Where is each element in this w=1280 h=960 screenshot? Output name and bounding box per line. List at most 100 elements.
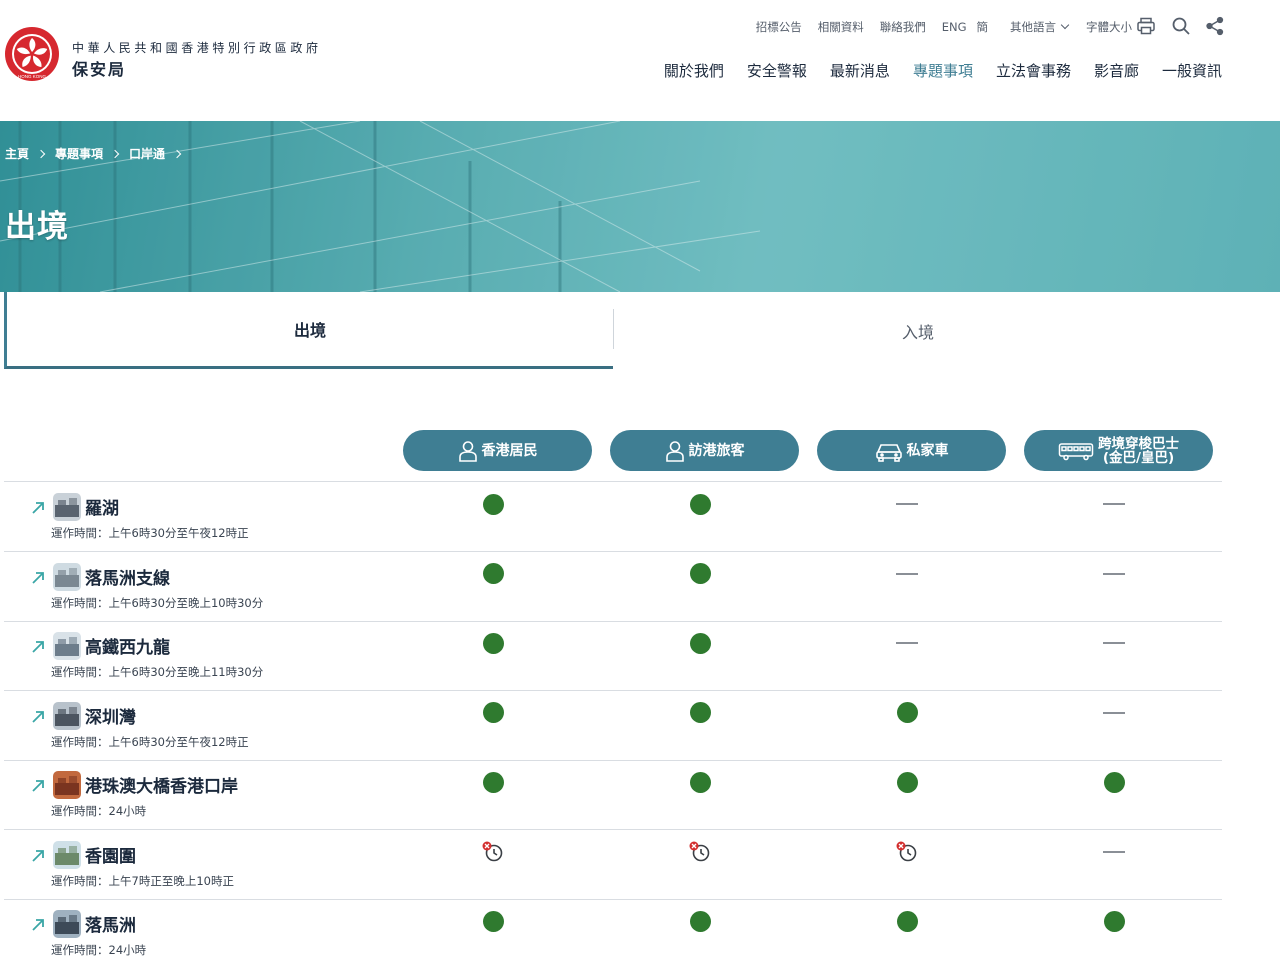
- tenders-link[interactable]: 招標公告: [756, 19, 802, 35]
- nav-about-us[interactable]: 關於我們: [664, 60, 724, 81]
- status-available-icon: [688, 770, 712, 794]
- column-hk-residents[interactable]: 香港居民: [403, 430, 592, 471]
- dash-icon: [1103, 642, 1125, 644]
- port-row: 羅湖運作時間：上午6時30分至午夜12時正: [4, 482, 1222, 552]
- status-not-applicable-icon: [1102, 562, 1126, 586]
- port-operating-hours: 運作時間：上午6時30分至晚上11時30分: [51, 665, 264, 679]
- status-available-icon: [1102, 770, 1126, 794]
- breadcrumb-home[interactable]: 主頁: [5, 145, 29, 162]
- dash-icon: [1103, 572, 1125, 575]
- other-languages-dropdown[interactable]: 其他語言: [1010, 19, 1070, 35]
- dash-icon: [1103, 711, 1125, 714]
- bus-icon: [1058, 441, 1094, 461]
- external-link-arrow-icon[interactable]: [30, 709, 46, 725]
- green-dot-icon: [896, 702, 918, 723]
- nav-general-info[interactable]: 一般資訊: [1162, 60, 1222, 81]
- port-name[interactable]: 落馬洲支線: [85, 564, 170, 589]
- port-row: 落馬洲支線運作時間：上午6時30分至晚上10時30分: [4, 552, 1222, 622]
- port-name[interactable]: 高鐵西九龍: [85, 633, 170, 658]
- external-link-arrow-icon[interactable]: [30, 917, 46, 933]
- chevron-right-icon: [110, 149, 120, 158]
- direction-tabs: 出境 入境: [0, 292, 1280, 370]
- port-row: 落馬洲運作時間：24小時: [4, 899, 1222, 960]
- dash-icon: [1103, 850, 1125, 853]
- status-suspended-icon: [481, 840, 505, 864]
- port-name[interactable]: 港珠澳大橋香港口岸: [85, 772, 238, 797]
- nav-topics[interactable]: 專題事項: [913, 60, 973, 81]
- status-not-applicable-icon: [1102, 492, 1126, 516]
- main-navigation: 關於我們 安全警報 最新消息 專題事項 立法會事務 影音廊 一般資訊: [641, 60, 1222, 81]
- nav-latest-news[interactable]: 最新消息: [830, 60, 890, 81]
- dash-icon: [896, 642, 918, 644]
- port-name[interactable]: 落馬洲: [85, 911, 136, 936]
- chevron-right-icon: [36, 149, 46, 158]
- green-dot-icon: [896, 771, 918, 793]
- port-thumbnail: [53, 910, 81, 938]
- port-operating-hours: 運作時間：上午6時30分至午夜12時正: [51, 526, 249, 540]
- status-not-applicable-icon: [895, 631, 919, 655]
- green-dot-icon: [482, 493, 504, 515]
- external-link-arrow-icon[interactable]: [30, 778, 46, 794]
- nav-legco-affairs[interactable]: 立法會事務: [996, 60, 1071, 81]
- font-size-link[interactable]: 字體大小: [1086, 19, 1132, 35]
- green-dot-icon: [689, 563, 711, 584]
- nav-security-alerts[interactable]: 安全警報: [747, 60, 807, 81]
- status-available-icon: [481, 492, 505, 516]
- utility-links: 招標公告 相關資料 聯絡我們 ENG 簡 其他語言 字體大小: [756, 17, 1132, 37]
- column-cross-border-bus[interactable]: 跨境穿梭巴士 (金巴/皇巴): [1024, 430, 1213, 471]
- column-private-car[interactable]: 私家車: [817, 430, 1006, 471]
- green-dot-icon: [689, 910, 711, 932]
- dash-icon: [896, 503, 918, 505]
- external-link-arrow-icon[interactable]: [30, 639, 46, 655]
- external-link-arrow-icon[interactable]: [30, 500, 46, 516]
- external-link-arrow-icon[interactable]: [30, 570, 46, 586]
- green-dot-icon: [1103, 771, 1125, 793]
- green-dot-icon: [1103, 910, 1125, 932]
- search-icon[interactable]: [1171, 16, 1191, 36]
- status-suspended-icon: [688, 840, 712, 864]
- port-operating-hours: 運作時間：24小時: [51, 943, 147, 957]
- breadcrumb: 主頁 專題事項 口岸通: [5, 145, 191, 162]
- status-not-applicable-icon: [895, 562, 919, 586]
- column-visitors[interactable]: 訪港旅客: [610, 430, 799, 471]
- status-not-applicable-icon: [1102, 701, 1126, 725]
- port-name[interactable]: 香園圍: [85, 842, 136, 867]
- page-banner: 主頁 專題事項 口岸通 出境: [0, 121, 1280, 292]
- breadcrumb-ports[interactable]: 口岸通: [129, 145, 165, 162]
- port-name[interactable]: 深圳灣: [85, 703, 136, 728]
- port-row: 高鐵西九龍運作時間：上午6時30分至晚上11時30分: [4, 621, 1222, 691]
- resources-link[interactable]: 相關資料: [818, 19, 864, 35]
- print-icon[interactable]: [1136, 16, 1156, 36]
- tab-arrival[interactable]: 入境: [614, 292, 1222, 369]
- external-link-arrow-icon[interactable]: [30, 848, 46, 864]
- clock-cross-icon: [689, 841, 710, 861]
- person-icon: [458, 440, 478, 462]
- port-thumbnail: [53, 840, 81, 869]
- status-not-applicable-icon: [895, 492, 919, 516]
- column-label: 香港居民: [481, 442, 538, 459]
- contact-link[interactable]: 聯絡我們: [880, 19, 926, 35]
- port-thumbnail: [53, 632, 81, 660]
- status-not-applicable-icon: [1102, 631, 1126, 655]
- status-available-icon: [481, 701, 505, 725]
- green-dot-icon: [482, 632, 504, 654]
- english-link[interactable]: ENG: [942, 20, 967, 34]
- simplified-chinese-link[interactable]: 簡: [977, 19, 989, 35]
- tab-departure[interactable]: 出境: [4, 292, 613, 369]
- port-operating-hours: 運作時間：上午6時30分至晚上10時30分: [51, 595, 264, 610]
- column-label: 私家車: [906, 442, 949, 459]
- hksar-emblem-logo[interactable]: HONG KONG: [4, 26, 60, 82]
- status-available-icon: [688, 631, 712, 655]
- status-not-applicable-icon: [1102, 840, 1126, 864]
- port-thumbnail: [53, 701, 81, 730]
- port-name[interactable]: 羅湖: [85, 494, 119, 519]
- green-dot-icon: [896, 910, 918, 932]
- bureau-name[interactable]: 保安局: [72, 56, 126, 80]
- port-operating-hours: 運作時間：24小時: [51, 804, 147, 818]
- share-icon[interactable]: [1205, 16, 1225, 36]
- green-dot-icon: [689, 632, 711, 654]
- port-row: 港珠澳大橋香港口岸運作時間：24小時: [4, 760, 1222, 830]
- person-icon: [665, 440, 685, 462]
- nav-gallery[interactable]: 影音廊: [1094, 60, 1139, 81]
- breadcrumb-topics[interactable]: 專題事項: [55, 145, 103, 162]
